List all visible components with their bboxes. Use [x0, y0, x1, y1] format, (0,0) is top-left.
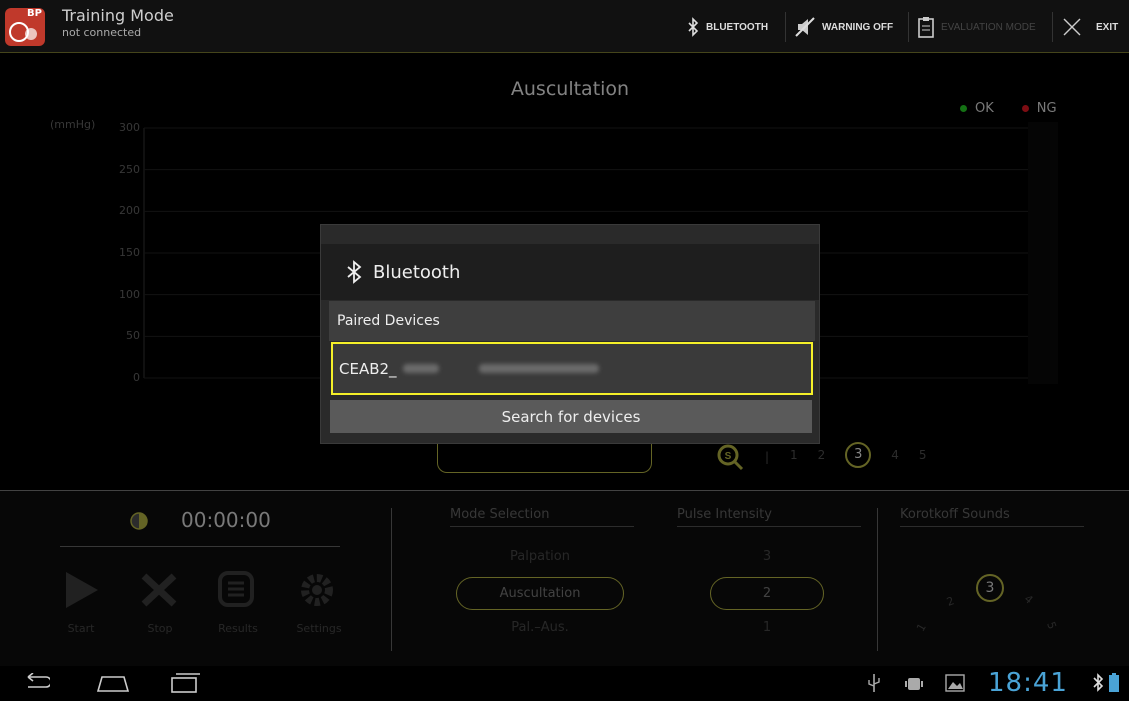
paired-device-item[interactable]: CEAB2_ — [331, 342, 813, 395]
bluetooth-icon — [347, 260, 362, 284]
bluetooth-icon — [688, 17, 699, 37]
bluetooth-status-icon — [1093, 673, 1104, 692]
close-icon — [1063, 18, 1081, 36]
connection-status: not connected — [62, 26, 142, 39]
battery-icon — [1109, 673, 1119, 692]
separator — [1052, 12, 1053, 42]
bluetooth-label: BLUETOOTH — [706, 21, 769, 33]
separator — [785, 12, 786, 42]
exit-button[interactable]: EXIT — [1062, 14, 1118, 40]
app-title: Training Mode — [62, 6, 174, 25]
warning-label: WARNING OFF — [822, 21, 894, 33]
evaluation-mode-button[interactable]: EVALUATION MODE — [917, 14, 1036, 40]
paired-devices-heading: Paired Devices — [329, 301, 815, 341]
clipboard-icon — [918, 17, 934, 38]
sound-off-icon — [795, 17, 815, 37]
dialog-title: Bluetooth — [373, 261, 461, 283]
android-debug-icon — [905, 678, 923, 690]
bluetooth-dialog: Bluetooth Paired Devices CEAB2_ Search f… — [321, 225, 819, 443]
evaluation-label: EVALUATION MODE — [941, 21, 1036, 33]
dialog-header: Bluetooth — [321, 244, 819, 300]
exit-label: EXIT — [1096, 21, 1119, 33]
recent-apps-icon[interactable] — [168, 671, 202, 695]
status-clock: 18:41 — [988, 668, 1068, 698]
usb-icon — [868, 674, 880, 692]
app-logo-icon: BP — [5, 8, 45, 46]
back-icon[interactable] — [20, 673, 50, 693]
home-icon[interactable] — [96, 673, 130, 693]
device-name: CEAB2_ — [339, 359, 397, 378]
separator — [908, 12, 909, 42]
redacted-device-address — [478, 364, 599, 373]
redacted-device-id — [402, 364, 439, 373]
warning-toggle[interactable]: WARNING OFF — [794, 14, 893, 40]
search-devices-button[interactable]: Search for devices — [330, 400, 812, 433]
image-icon — [945, 674, 965, 692]
bluetooth-button[interactable]: BLUETOOTH — [686, 14, 768, 40]
